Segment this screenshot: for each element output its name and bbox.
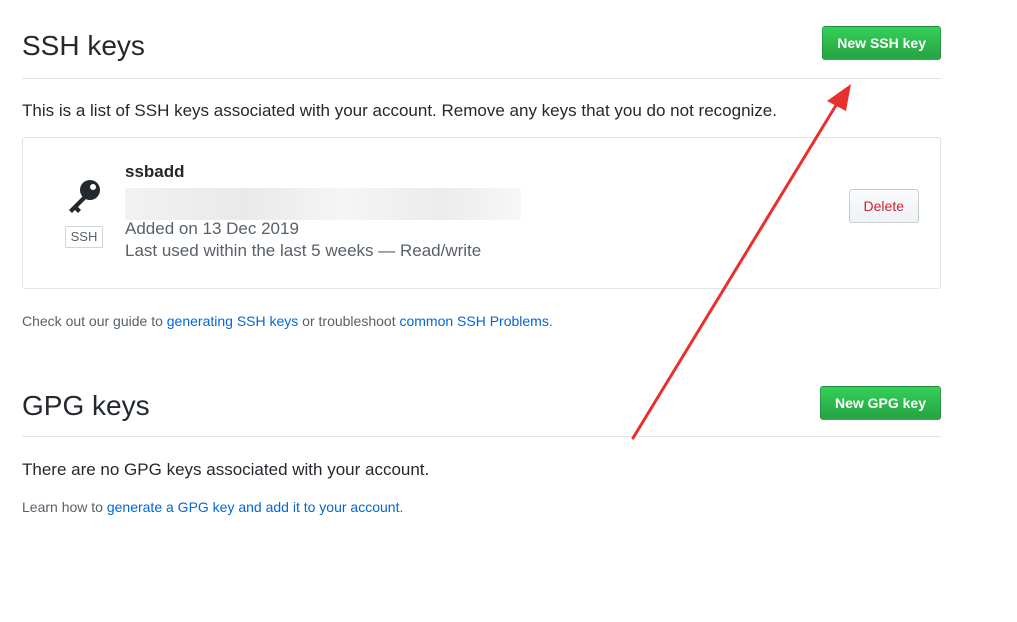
common-ssh-problems-link[interactable]: common SSH Problems <box>399 313 548 329</box>
key-icon-group: SSH <box>63 178 105 248</box>
ssh-key-item: SSH ssbadd Added on 13 Dec 2019 Last use… <box>22 137 941 289</box>
gpg-learn-note: Learn how to generate a GPG key and add … <box>22 499 403 515</box>
new-ssh-key-button[interactable]: New SSH key <box>822 26 941 60</box>
ssh-guide-suffix: . <box>548 313 553 329</box>
ssh-guide-prefix: Check out our guide to <box>22 313 167 329</box>
ssh-intro-text: This is a list of SSH keys associated wi… <box>22 101 777 120</box>
ssh-keys-section: SSH keys New SSH key <box>22 26 941 79</box>
generate-gpg-key-link[interactable]: generate a GPG key and add it to your ac… <box>107 499 400 515</box>
delete-key-button[interactable]: Delete <box>848 189 919 223</box>
gpg-keys-section: GPG keys New GPG key <box>22 386 941 437</box>
gpg-keys-header: GPG keys New GPG key <box>22 386 941 437</box>
gpg-empty-text: There are no GPG keys associated with yo… <box>22 460 430 479</box>
ssh-keys-header: SSH keys New SSH key <box>22 26 941 79</box>
key-last-used: Last used within the last 5 weeks — Read… <box>125 241 482 260</box>
key-icon <box>63 178 105 216</box>
key-info: ssbadd Added on 13 Dec 2019 Last used wi… <box>125 162 521 264</box>
annotation-arrow <box>631 84 851 440</box>
ssh-guide-middle: or troubleshoot <box>298 313 400 329</box>
gpg-learn-suffix: . <box>399 499 404 515</box>
generating-ssh-keys-link[interactable]: generating SSH keys <box>167 313 299 329</box>
gpg-keys-title: GPG keys <box>22 390 150 421</box>
ssh-keys-title: SSH keys <box>22 30 145 61</box>
key-title: ssbadd <box>125 162 185 181</box>
ssh-badge: SSH <box>64 226 104 248</box>
gpg-learn-prefix: Learn how to <box>22 499 107 515</box>
new-gpg-key-button[interactable]: New GPG key <box>819 386 941 420</box>
ssh-guide-note: Check out our guide to generating SSH ke… <box>22 313 553 329</box>
